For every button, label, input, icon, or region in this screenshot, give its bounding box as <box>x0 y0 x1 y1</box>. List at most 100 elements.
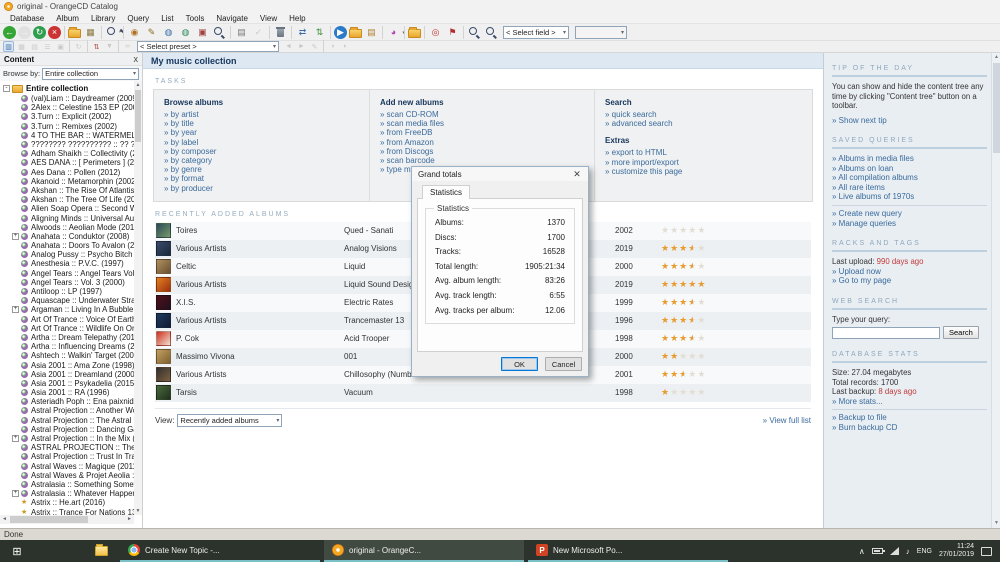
scrollbar-thumb[interactable] <box>135 90 141 142</box>
add-album-link[interactable]: scan media files <box>380 119 594 128</box>
separator[interactable] <box>87 40 88 53</box>
separator[interactable] <box>291 26 292 39</box>
web-import-icon[interactable]: ◍ <box>178 25 193 40</box>
separator[interactable] <box>424 26 425 39</box>
web-search-button[interactable]: Search <box>943 326 979 339</box>
tree-item[interactable]: + Akanoid :: Metamorphin (2002) <box>0 177 134 186</box>
rating-stars[interactable]: ★★★★★ <box>661 369 706 380</box>
separator[interactable] <box>463 26 464 39</box>
select-field-dropdown[interactable]: < Select field >▾ <box>503 26 569 39</box>
expand-icon[interactable]: + <box>12 435 19 442</box>
rating-stars[interactable]: ★★★★★ <box>661 351 706 362</box>
scroll-up-icon[interactable]: ▲ <box>134 81 142 89</box>
tree-item[interactable]: + Akshan :: The Tree Of Life (2012) <box>0 195 134 204</box>
browse-albums-link[interactable]: by artist <box>164 110 369 119</box>
rating-stars[interactable]: ★★★★★ <box>661 261 706 272</box>
notification-center-icon[interactable] <box>981 547 992 556</box>
tree-item[interactable]: + Anesthesia :: P.V.C. (1997) <box>0 259 134 268</box>
view-full-list-link[interactable]: View full list <box>763 416 811 425</box>
web-search-input[interactable] <box>832 327 940 339</box>
language-indicator[interactable]: ENG <box>917 548 932 555</box>
tree-item[interactable]: + 3.Turn :: Remixes (2002) <box>0 122 134 131</box>
ok-button[interactable]: OK <box>501 357 538 371</box>
speaker-icon[interactable]: ♪ <box>906 547 910 556</box>
tree-item[interactable]: + Art Of Trance :: Voice Of Earth (1999) <box>0 315 134 324</box>
content-tree-toggle-icon[interactable]: ▥ <box>3 41 14 52</box>
rating-stars[interactable]: ★★★★★ <box>661 297 706 308</box>
edit-album-icon[interactable]: ✎ <box>144 25 159 40</box>
menu-item[interactable]: View <box>254 14 283 23</box>
tree-item[interactable]: + Alien Soap Opera :: Second Wave (20 <box>0 204 134 213</box>
clock[interactable]: 11:24 27/01/2019 <box>939 543 974 559</box>
tree-item[interactable]: + Astrix :: He.art (2016) <box>0 498 134 507</box>
battery-icon[interactable] <box>872 548 883 554</box>
next-album-icon[interactable]: ► <box>296 41 307 52</box>
statistics-icon[interactable]: ◎ <box>428 25 443 40</box>
view-tiles-icon[interactable]: ▤ <box>29 41 40 52</box>
tree-item[interactable]: + Asteriadh Poph :: Ena paixnidi (1998) <box>0 397 134 406</box>
backup-link[interactable]: Burn backup CD <box>832 423 987 433</box>
tree-item[interactable]: + Asia 2001 :: RA (1996) <box>0 388 134 397</box>
query-action-link[interactable]: Create new query <box>832 209 987 219</box>
tree-item[interactable]: + Astral Waves & Projet Aeolia :: Yoga <box>0 471 134 480</box>
add-album-link[interactable]: from FreeDB <box>380 128 594 137</box>
tree-item[interactable]: + Anahata :: Conduktor (2008) <box>0 232 134 241</box>
add-album-link[interactable]: from Discogs <box>380 147 594 156</box>
show-next-tip-link[interactable]: Show next tip <box>832 116 987 126</box>
scroll-down-icon[interactable]: ▼ <box>134 507 142 515</box>
browse-albums-link[interactable]: by label <box>164 138 369 147</box>
tree-item[interactable]: + Asia 2001 :: Psykadelia (2015) <box>0 379 134 388</box>
separator[interactable] <box>382 26 383 39</box>
backup-link[interactable]: Backup to file <box>832 413 987 423</box>
lookup-disc-icon[interactable] <box>212 25 227 40</box>
tree-item[interactable]: + ???????? ?????????? :: ?? ????? ??? ??… <box>0 140 134 149</box>
separator[interactable] <box>330 26 331 39</box>
export-icon[interactable]: ⇄ <box>295 25 310 40</box>
saved-query-link[interactable]: All compilation albums <box>832 173 987 183</box>
view-dropdown[interactable]: Recently added albums ▾ <box>177 414 282 427</box>
view-options-icon[interactable]: ▦ <box>83 25 98 40</box>
scrollbar-thumb[interactable] <box>10 516 88 523</box>
loan-box-icon[interactable]: ▤ <box>364 25 379 40</box>
separator[interactable] <box>69 40 70 53</box>
tree-item[interactable]: + Artha :: Dream Telepathy (2016) <box>0 333 134 342</box>
tree-horizontal-scrollbar[interactable]: ◄ ► <box>0 515 134 524</box>
reload-icon[interactable]: ↻ <box>33 26 46 39</box>
filter-icon[interactable]: ▼ <box>104 41 115 52</box>
tree-item[interactable]: + Asia 2001 :: Ama Zone (1998) <box>0 360 134 369</box>
saved-query-link[interactable]: All rare items <box>832 183 987 193</box>
separator[interactable] <box>269 26 270 39</box>
tree-item[interactable]: + Astralasia :: Whatever Happened To U <box>0 489 134 498</box>
link-icon[interactable]: ∞ <box>122 41 133 52</box>
play-album-icon[interactable]: ◑ <box>327 41 338 52</box>
add-album-link[interactable]: from Amazon <box>380 138 594 147</box>
file-explorer-button[interactable] <box>86 540 116 562</box>
rating-stars[interactable]: ★★★★★ <box>661 279 706 290</box>
tree-item[interactable]: + Aquascape :: Underwater Stranger (20 <box>0 296 134 305</box>
tree-item[interactable]: + AES DANA :: [ Perimeters ] (2011) <box>0 158 134 167</box>
menu-item[interactable]: Album <box>50 14 85 23</box>
zoom-in-icon[interactable] <box>467 25 482 40</box>
tab-statistics[interactable]: Statistics <box>422 185 470 199</box>
separator[interactable] <box>64 26 65 39</box>
forward-icon[interactable]: → <box>18 26 31 39</box>
tree-item[interactable]: + Argaman :: Living In A Bubble (2013) <box>0 305 134 314</box>
rating-stars[interactable]: ★★★★★ <box>661 243 706 254</box>
close-icon[interactable]: ✕ <box>566 169 588 180</box>
refresh-list-icon[interactable]: ↻ <box>73 41 84 52</box>
copy-icon[interactable]: ▤ <box>234 25 249 40</box>
queries-folder-icon[interactable] <box>408 29 421 38</box>
scrollbar-thumb[interactable] <box>993 63 1000 153</box>
tree-item[interactable]: + (val)Liam :: Daydreamer (2009) <box>0 94 134 103</box>
browse-albums-link[interactable]: by composer <box>164 147 369 156</box>
scroll-right-icon[interactable]: ► <box>125 515 134 524</box>
view-thumbnails-icon[interactable]: ▦ <box>16 41 27 52</box>
delete-icon[interactable] <box>273 25 288 40</box>
cancel-button[interactable]: Cancel <box>545 357 582 371</box>
taskbar-button-powerpoint[interactable]: P New Microsoft Po... <box>528 540 728 562</box>
tree-item[interactable]: + Ashtech :: Walkin' Target (2007) <box>0 351 134 360</box>
check-icon[interactable]: ✓ <box>251 25 266 40</box>
tree-item[interactable]: + Astral Projection :: Dancing Galaxy (1… <box>0 425 134 434</box>
tree-item[interactable]: + Astralasia :: Something Somewhere (2 <box>0 480 134 489</box>
tree-item[interactable]: + Asia 2001 :: Dreamland (2000) <box>0 370 134 379</box>
